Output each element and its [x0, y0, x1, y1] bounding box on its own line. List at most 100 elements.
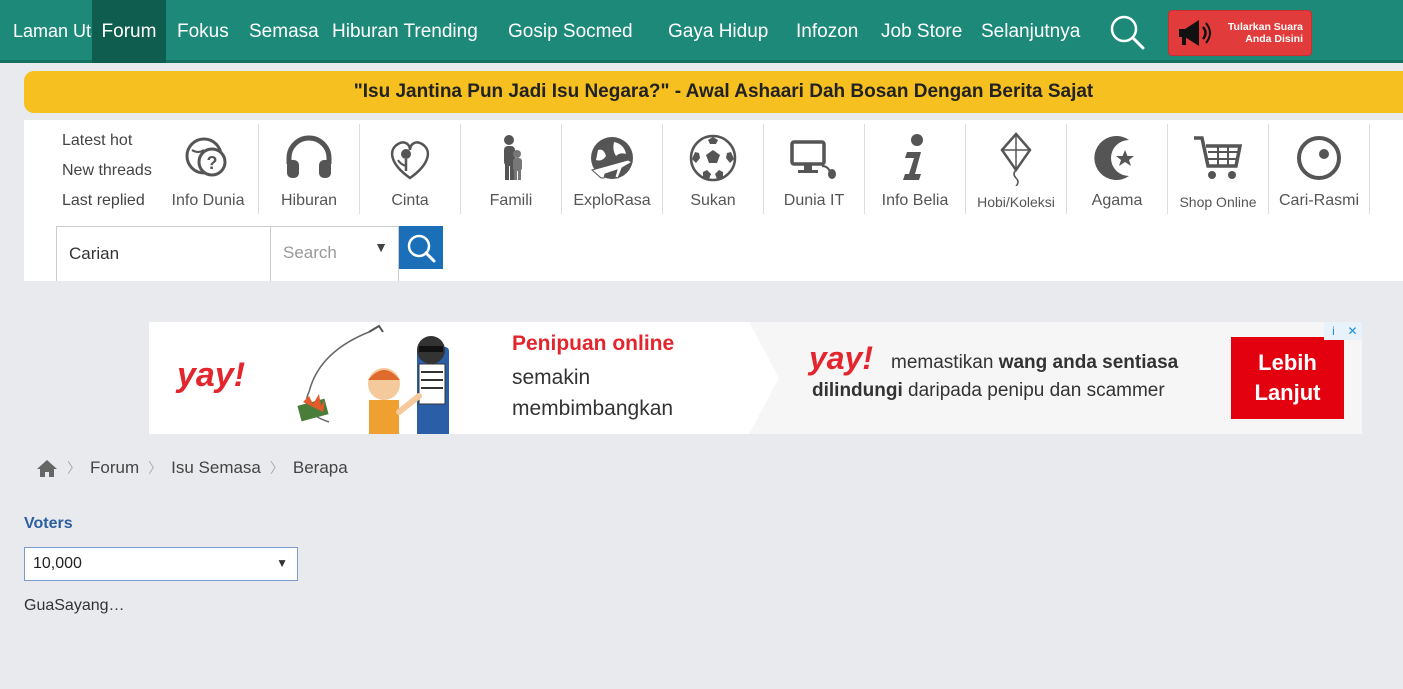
nav-gaya-hidup[interactable]: Gaya Hidup: [668, 0, 768, 63]
search-scope-placeholder: Search: [283, 243, 337, 262]
category-label: Cari-Rasmi: [1279, 192, 1359, 209]
ad-tagline-2: dilindungi daripada penipu dan scammer: [812, 380, 1165, 402]
nav-gosip-socmed[interactable]: Gosip Socmed: [508, 0, 633, 63]
breadcrumb-separator: 〉: [269, 460, 284, 476]
category-info-dunia[interactable]: ? Info Dunia: [158, 124, 259, 214]
breadcrumb-berapa[interactable]: Berapa: [293, 458, 348, 478]
category-label: Shop Online: [1179, 194, 1257, 210]
category-cari-rasmi[interactable]: Cari-Rasmi: [1269, 124, 1370, 214]
category-label: Hiburan: [280, 192, 338, 209]
category-famili[interactable]: Famili: [461, 124, 562, 214]
category-cinta[interactable]: Cinta: [360, 124, 461, 214]
nav-job-store[interactable]: Job Store: [881, 0, 962, 63]
voters-select[interactable]: 10,000 ▼: [24, 547, 298, 581]
voters-selected-value: 10,000: [33, 555, 82, 572]
breadcrumb-separator: 〉: [148, 460, 163, 476]
ad-line3: membimbangkan: [512, 397, 674, 420]
category-list: ? Info Dunia Hiburan Cinta Famili ExploR…: [158, 124, 1370, 214]
breadcrumb-isu-semasa[interactable]: Isu Semasa: [171, 458, 261, 478]
new-threads-link[interactable]: New threads: [62, 160, 152, 190]
breadcrumb-forum[interactable]: Forum: [90, 458, 139, 478]
dropdown-arrow-icon: ▼: [276, 556, 288, 570]
category-hiburan[interactable]: Hiburan: [259, 124, 360, 214]
ad-tag-text: memastikan: [891, 352, 999, 373]
category-panel: Latest hot New threads Last replied ? In…: [24, 120, 1403, 281]
ad-tagline-1: memastikan wang anda sentiasa: [891, 352, 1178, 374]
latest-hot-link[interactable]: Latest hot: [62, 130, 152, 160]
category-label: Agama: [1091, 192, 1143, 209]
ad-info-icon[interactable]: i: [1324, 322, 1343, 340]
category-hobi-koleksi[interactable]: Hobi/Koleksi: [966, 124, 1067, 214]
quick-links: Latest hot New threads Last replied: [62, 130, 152, 220]
search-bar: Search ▼: [56, 226, 443, 281]
computer-icon: [790, 140, 836, 179]
ad-cta-line1: Lebih: [1258, 350, 1317, 375]
nav-fokus[interactable]: Fokus: [177, 0, 229, 63]
category-shop-online[interactable]: Shop Online: [1168, 124, 1269, 214]
category-explorasa[interactable]: ExploRasa: [562, 124, 663, 214]
promo-line1: Tularkan Suara: [1227, 21, 1303, 33]
cari-logo-icon: [1297, 136, 1341, 180]
ad-tag-bold: dilindungi: [812, 380, 903, 401]
nav-infozon[interactable]: Infozon: [796, 0, 858, 63]
svg-text:?: ?: [207, 153, 218, 173]
ad-tag-bold: wang anda sentiasa: [998, 352, 1179, 373]
ad-controls: i ✕: [1324, 322, 1362, 340]
crescent-star-icon: [1094, 136, 1134, 180]
ad-subtext: semakin membimbangkan: [512, 362, 673, 424]
category-label: Hobi/Koleksi: [977, 194, 1055, 210]
ad-brand-logo: yay!: [177, 356, 246, 394]
nav-semasa[interactable]: Semasa: [249, 0, 319, 63]
ad-close-icon[interactable]: ✕: [1343, 322, 1362, 340]
breadcrumb-separator: 〉: [67, 460, 81, 476]
category-label: Famili: [489, 192, 533, 209]
category-label: Info Dunia: [171, 192, 245, 209]
category-info-belia[interactable]: Info Belia: [865, 124, 966, 214]
heart-flower-icon: [390, 141, 430, 180]
category-agama[interactable]: Agama: [1067, 124, 1168, 214]
headline-text: "Isu Jantina Pun Jadi Isu Negara?" - Awa…: [353, 81, 1094, 102]
ad-banner[interactable]: yay! Penipuan online semakin membimbangka…: [149, 322, 1362, 434]
headphones-icon: [286, 135, 332, 178]
breadcrumb: 〉 Forum 〉 Isu Semasa 〉 Berapa: [36, 458, 348, 478]
category-label: Sukan: [690, 192, 736, 209]
promo-line2: Anda Disini: [1245, 33, 1303, 45]
nav-hiburan-trending[interactable]: Hiburan Trending: [332, 0, 478, 63]
voters-label: Voters: [24, 515, 73, 532]
ad-cta-button[interactable]: Lebih Lanjut: [1231, 337, 1344, 419]
kite-icon: [1000, 132, 1032, 186]
category-dunia-it[interactable]: Dunia IT: [764, 124, 865, 214]
globe-question-icon: ?: [185, 137, 227, 177]
family-icon: [504, 135, 522, 180]
search-button[interactable]: [399, 226, 443, 269]
nav-home[interactable]: Laman Utama: [0, 0, 127, 63]
dropdown-arrow-icon: ▼: [374, 239, 388, 255]
ad-illustration: [297, 324, 449, 434]
category-label: Cinta: [391, 192, 429, 209]
search-icon: [407, 234, 436, 262]
nav-selanjutnya[interactable]: Selanjutnya: [981, 0, 1080, 63]
ad-headline: Penipuan online: [512, 332, 675, 355]
headline-banner[interactable]: "Isu Jantina Pun Jadi Isu Negara?" - Awa…: [24, 71, 1403, 113]
search-icon[interactable]: [1107, 12, 1147, 52]
ad-brand-logo-2: yay!: [809, 340, 874, 376]
soccer-ball-icon: [689, 134, 737, 182]
category-label: Info Belia: [881, 192, 949, 209]
nav-home-label: Laman Utama: [13, 21, 127, 41]
cart-icon: [1194, 136, 1243, 179]
search-input[interactable]: [56, 226, 271, 281]
megaphone-icon: [1179, 20, 1211, 46]
search-scope-select[interactable]: Search ▼: [271, 226, 399, 281]
last-replied-link[interactable]: Last replied: [62, 190, 152, 220]
nav-forum[interactable]: Forum: [92, 0, 166, 63]
info-icon: [903, 134, 923, 180]
ad-cta-line2: Lanjut: [1254, 380, 1321, 405]
promo-button[interactable]: Tularkan Suara Anda Disini: [1168, 10, 1312, 56]
home-icon[interactable]: [36, 458, 58, 478]
category-sukan[interactable]: Sukan: [663, 124, 764, 214]
poll-option-text: GuaSayang…: [24, 597, 125, 614]
globe-plane-icon: [590, 137, 634, 179]
category-label: ExploRasa: [573, 192, 651, 209]
ad-tag-text: daripada penipu dan scammer: [902, 380, 1165, 401]
category-label: Dunia IT: [783, 192, 845, 209]
